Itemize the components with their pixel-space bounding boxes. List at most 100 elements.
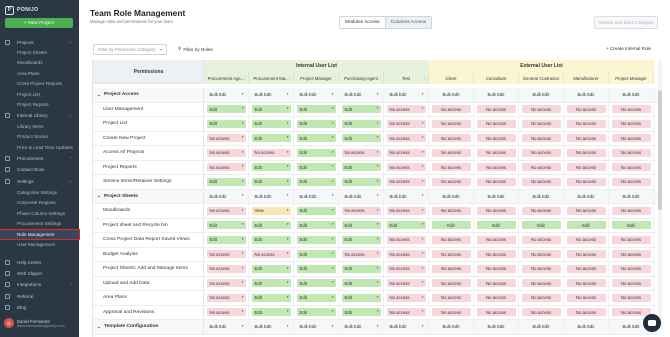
sidebar-item-phase-column-settings[interactable]: Phase Column Settings (0, 209, 79, 218)
access-select[interactable]: No access (431, 163, 471, 172)
access-select[interactable]: No access ▾ (251, 250, 291, 259)
access-select[interactable]: Bulk Edit ▾ (297, 91, 336, 99)
access-select[interactable]: No access ▾ (341, 148, 381, 157)
access-select[interactable]: No access (431, 264, 471, 273)
chevron-down-icon[interactable]: ⌄ (68, 112, 72, 118)
access-select[interactable]: Bulk Edit (567, 192, 606, 200)
access-select[interactable]: Edit ▾ (296, 264, 336, 273)
kebab-menu-icon[interactable]: ⋮ (423, 75, 427, 80)
access-select[interactable]: No access (431, 105, 471, 114)
sidebar-item-help-center[interactable]: Help Center (0, 258, 79, 267)
chevron-down-icon[interactable]: ⌄ (97, 324, 101, 330)
access-select[interactable]: No access (476, 235, 516, 244)
access-select[interactable]: No access (566, 250, 606, 259)
access-select[interactable]: Edit ▾ (296, 250, 336, 259)
access-select[interactable]: Bulk Edit ▾ (342, 323, 381, 331)
access-select[interactable]: Bulk Edit (432, 323, 471, 331)
access-select[interactable]: Edit ▾ (296, 279, 336, 288)
sidebar-item-procurement-settings[interactable]: Procurement Settings (0, 219, 79, 228)
sidebar-item-project-list[interactable]: Project List (0, 90, 79, 99)
access-select[interactable]: Edit ▾ (341, 264, 381, 273)
sidebar-item-internal-library[interactable]: Internal Library ⌄ (0, 111, 79, 120)
access-select[interactable]: No access (611, 206, 651, 215)
sidebar-item-cross-project-reports[interactable]: Cross Project Reports (0, 79, 79, 88)
sidebar-item-integrations[interactable]: Integrations › (0, 280, 79, 289)
access-select[interactable]: Edit ▾ (341, 221, 381, 230)
sidebar-item-categories-settings[interactable]: Categories Settings (0, 188, 79, 197)
access-select[interactable]: Bulk Edit (522, 192, 561, 200)
kebab-menu-icon[interactable]: ⋮ (378, 75, 382, 80)
access-select[interactable]: No access (521, 163, 561, 172)
access-select[interactable]: No access (521, 279, 561, 288)
access-select[interactable]: No access (476, 134, 516, 143)
access-select[interactable]: Edit ▾ (341, 235, 381, 244)
access-select[interactable]: Bulk Edit ▾ (207, 192, 246, 200)
access-select[interactable]: No access (476, 308, 516, 317)
access-select[interactable]: Edit ▾ (341, 293, 381, 302)
sidebar-item-blog[interactable]: Blog (0, 303, 79, 312)
sidebar-item-project-reports[interactable]: Project Reports (0, 100, 79, 109)
access-select[interactable]: No access ▾ (206, 293, 246, 302)
access-select[interactable]: No access (521, 308, 561, 317)
access-select[interactable]: Bulk Edit (477, 91, 516, 99)
access-select[interactable]: No access ▾ (206, 206, 246, 215)
access-select[interactable]: Edit (476, 221, 516, 230)
sidebar-item-settings[interactable]: Settings ⌄ (0, 177, 79, 186)
access-select[interactable]: Bulk Edit (612, 91, 651, 99)
access-select[interactable]: Bulk Edit ▾ (342, 91, 381, 99)
role-header[interactable]: Procurement Age... ⋮ (204, 72, 249, 84)
access-select[interactable]: No access (611, 264, 651, 273)
sidebar-item-corporate-regions[interactable]: Corporate Regions (0, 198, 79, 207)
group-label[interactable]: ⌄ Project Access (93, 88, 204, 102)
access-select[interactable]: Edit ▾ (341, 105, 381, 114)
table-scrollbar[interactable] (658, 60, 662, 330)
access-select[interactable]: No access (566, 105, 606, 114)
access-select[interactable]: Edit ▾ (206, 105, 246, 114)
access-select[interactable]: No access (611, 119, 651, 128)
access-select[interactable]: No access (521, 264, 561, 273)
access-select[interactable]: No access (611, 105, 651, 114)
access-select[interactable]: No access (476, 264, 516, 273)
access-select[interactable]: Bulk Edit (522, 91, 561, 99)
access-select[interactable]: No access ▾ (206, 308, 246, 317)
access-select[interactable]: No access (476, 148, 516, 157)
access-select[interactable]: Bulk Edit ▾ (342, 192, 381, 200)
sidebar-item-product-stocks[interactable]: Product Stocks (0, 132, 79, 141)
access-select[interactable]: No access (431, 293, 471, 302)
access-select[interactable]: No access ▾ (341, 206, 381, 215)
access-select[interactable]: Bulk Edit ▾ (207, 91, 246, 99)
access-select[interactable]: No access (566, 293, 606, 302)
access-select[interactable]: Bulk Edit (612, 192, 651, 200)
access-select[interactable]: Bulk Edit (567, 91, 606, 99)
access-select[interactable]: Edit ▾ (251, 279, 291, 288)
access-select[interactable]: No access ▾ (206, 264, 246, 273)
access-select[interactable]: Edit ▾ (386, 221, 426, 230)
access-select[interactable]: Bulk Edit ▾ (297, 323, 336, 331)
sidebar-item-procurement[interactable]: Procurement › (0, 154, 79, 163)
access-select[interactable]: No access (611, 148, 651, 157)
access-select[interactable]: No access ▾ (386, 279, 426, 288)
access-select[interactable]: No access (431, 148, 471, 157)
sidebar-item-user-management[interactable]: User Management (0, 240, 79, 249)
access-select[interactable]: Edit ▾ (341, 119, 381, 128)
access-select[interactable]: Edit ▾ (251, 105, 291, 114)
access-select[interactable]: No access ▾ (206, 279, 246, 288)
chat-support-button[interactable] (643, 314, 661, 332)
access-select[interactable]: No access (476, 163, 516, 172)
access-select[interactable]: Bulk Edit ▾ (252, 323, 291, 331)
access-select[interactable]: Edit ▾ (341, 134, 381, 143)
access-select[interactable]: No access ▾ (386, 119, 426, 128)
access-select[interactable]: No access (476, 293, 516, 302)
chevron-down-icon[interactable]: ⌄ (68, 178, 72, 184)
access-select[interactable]: Edit ▾ (251, 134, 291, 143)
access-select[interactable]: No access (431, 206, 471, 215)
access-select[interactable]: Edit ▾ (296, 177, 336, 186)
access-select[interactable]: Edit ▾ (296, 235, 336, 244)
chevron-down-icon[interactable]: ⌄ (97, 92, 101, 98)
access-select[interactable]: Edit ▾ (296, 134, 336, 143)
access-select[interactable]: Edit ▾ (296, 293, 336, 302)
access-select[interactable]: Edit ▾ (206, 119, 246, 128)
filter-roles-button[interactable]: ⚲ Filter by Roles (178, 46, 213, 52)
sidebar-item-moodboards[interactable]: Moodboards (0, 58, 79, 67)
access-select[interactable]: No access ▾ (206, 134, 246, 143)
